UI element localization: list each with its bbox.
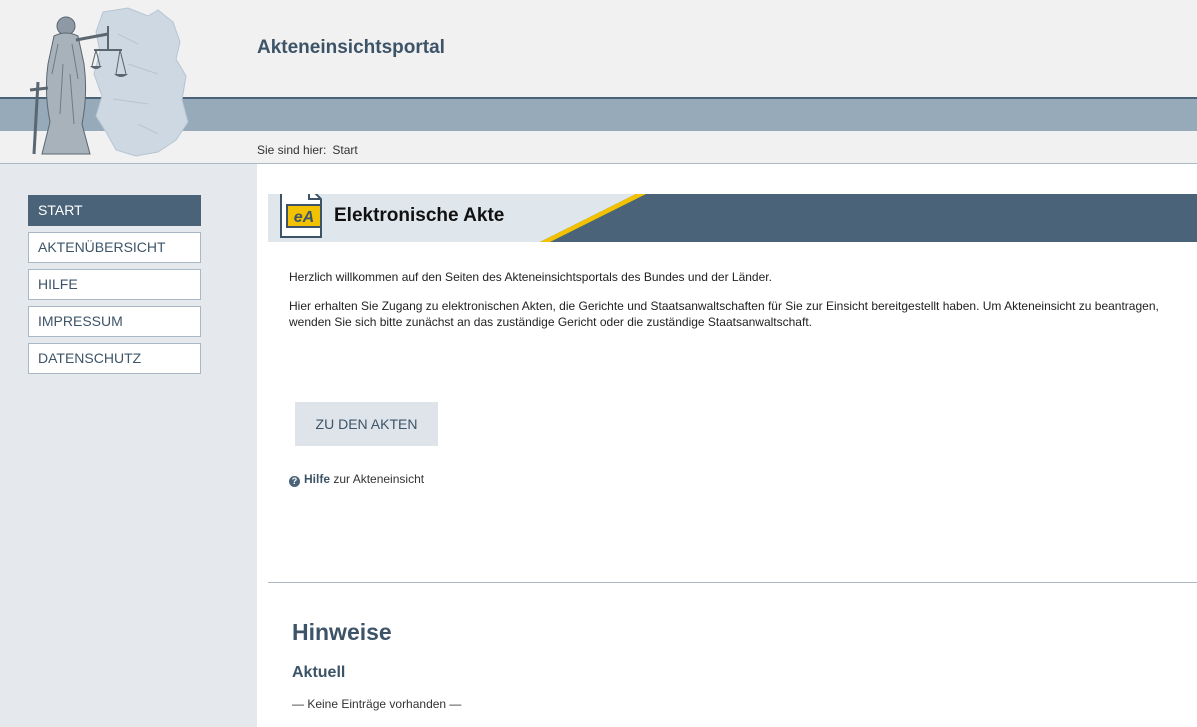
breadcrumb-current[interactable]: Start: [332, 143, 357, 157]
sidebar-item-hilfe[interactable]: HILFE: [28, 269, 201, 300]
sidebar-item-start[interactable]: START: [28, 195, 201, 226]
panel-title: Elektronische Akte: [334, 205, 505, 226]
panel-icon-text: eA: [294, 209, 314, 226]
notes-title: Hinweise: [292, 619, 392, 645]
justitia-germany-logo: [29, 7, 189, 157]
help-link-text[interactable]: zur Akteneinsicht: [333, 472, 424, 486]
sidebar-item-datenschutz[interactable]: DATENSCHUTZ: [28, 343, 201, 374]
section-divider: [268, 582, 1197, 583]
main-content: eA Elektronische Akte Herzlich willkomme…: [268, 164, 1197, 727]
panel-header: eA Elektronische Akte: [268, 194, 1197, 242]
help-link[interactable]: ? Hilfe zur Akteneinsicht: [289, 472, 424, 487]
notes-subtitle: Aktuell: [292, 664, 346, 681]
help-link-bold[interactable]: Hilfe: [304, 472, 330, 486]
notes-empty: — Keine Einträge vorhanden —: [292, 697, 462, 711]
question-circle-icon: ?: [289, 476, 300, 487]
electronic-file-icon: eA: [280, 194, 322, 238]
sidebar-item-impressum[interactable]: IMPRESSUM: [28, 306, 201, 337]
intro-welcome: Herzlich willkommen auf den Seiten des A…: [289, 270, 772, 284]
breadcrumb: Sie sind hier: Start: [257, 143, 358, 157]
to-files-button[interactable]: ZU DEN AKTEN: [295, 402, 438, 446]
app-title: Akteneinsichtsportal: [257, 37, 445, 58]
intro-body: Hier erhalten Sie Zugang zu elektronisch…: [289, 299, 1159, 329]
intro-text: Herzlich willkommen auf den Seiten des A…: [289, 269, 1189, 343]
page-header: Akteneinsichtsportal Sie sind hier: Start: [0, 0, 1197, 163]
sidebar-nav: START AKTENÜBERSICHT HILFE IMPRESSUM DAT…: [28, 195, 201, 380]
breadcrumb-prefix: Sie sind hier:: [257, 143, 327, 157]
sidebar: START AKTENÜBERSICHT HILFE IMPRESSUM DAT…: [0, 164, 257, 727]
sidebar-item-aktenuebersicht[interactable]: AKTENÜBERSICHT: [28, 232, 201, 263]
